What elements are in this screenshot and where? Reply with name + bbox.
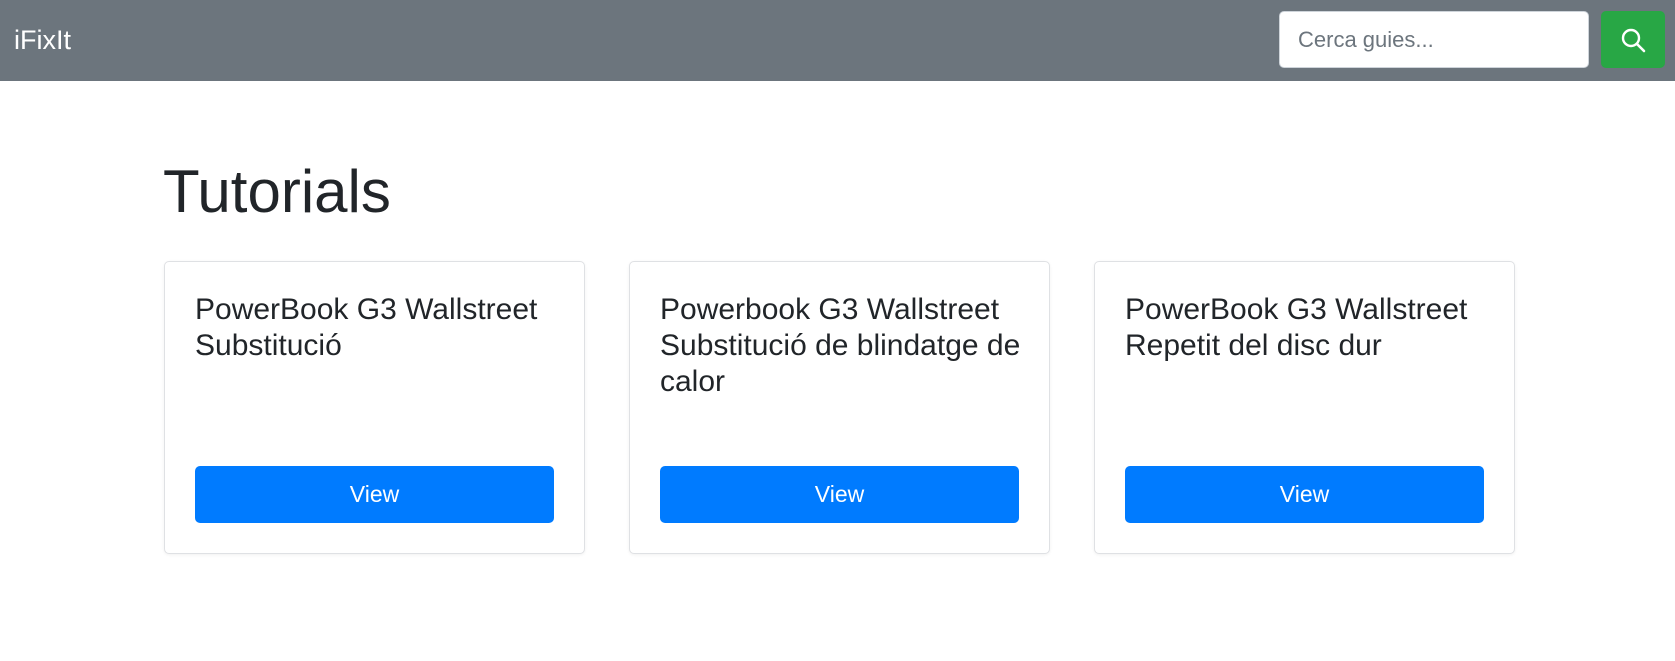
search-icon	[1620, 27, 1646, 53]
card-title: Powerbook G3 Wallstreet Substitució de b…	[660, 293, 1021, 398]
page-title: Tutorials	[163, 158, 391, 225]
top-navbar: iFixIt	[0, 0, 1675, 81]
tutorial-card: PowerBook G3 Wallstreet Substitució View	[164, 261, 585, 554]
view-button[interactable]: View	[660, 466, 1019, 523]
search-button[interactable]	[1601, 11, 1665, 68]
tutorial-card: Powerbook G3 Wallstreet Substitució de b…	[629, 261, 1050, 554]
view-button[interactable]: View	[1125, 466, 1484, 523]
brand-link[interactable]: iFixIt	[14, 22, 71, 58]
search-input[interactable]	[1279, 11, 1589, 68]
view-button[interactable]: View	[195, 466, 554, 523]
card-title: PowerBook G3 Wallstreet Repetit del disc…	[1125, 293, 1468, 362]
card-title: PowerBook G3 Wallstreet Substitució	[195, 293, 538, 362]
tutorial-card: PowerBook G3 Wallstreet Repetit del disc…	[1094, 261, 1515, 554]
